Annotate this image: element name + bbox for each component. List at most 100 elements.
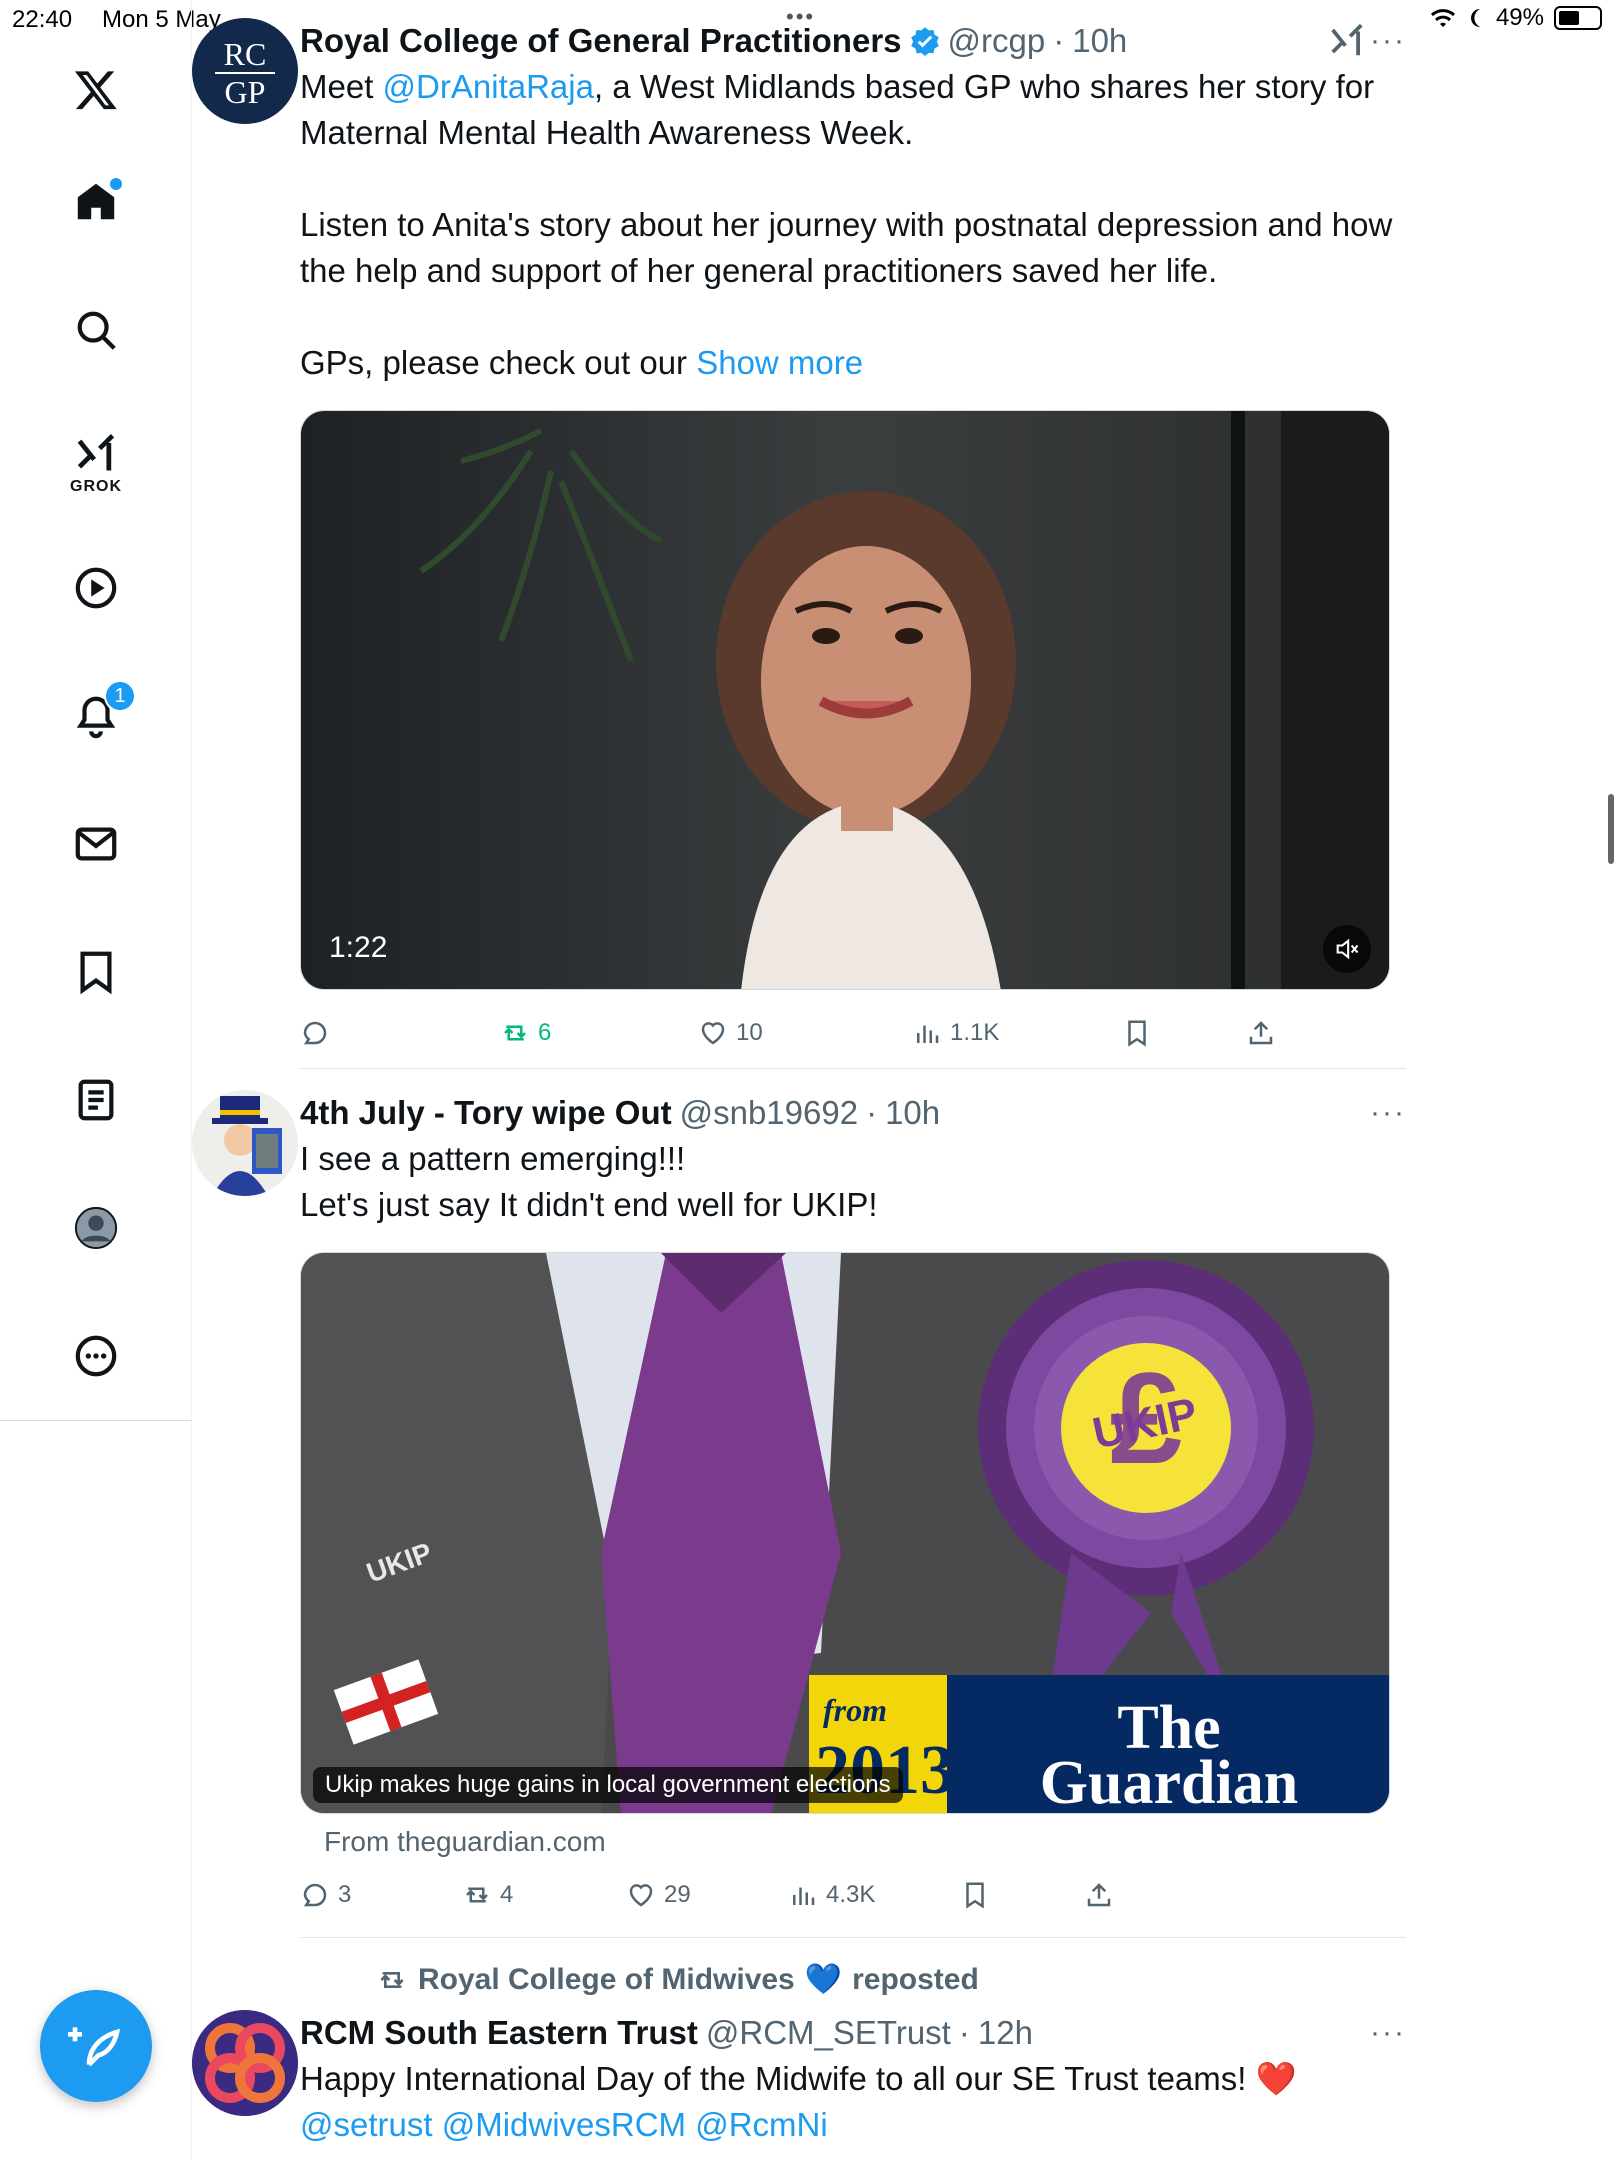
search-icon[interactable] <box>66 300 126 360</box>
sidebar-divider <box>0 1420 192 1421</box>
avatar[interactable] <box>192 2010 298 2116</box>
author-handle[interactable]: @RCM_SETrust <box>706 2014 951 2052</box>
share-icon <box>1087 1883 1111 1907</box>
share-button[interactable] <box>1246 1018 1276 1048</box>
compose-icon <box>68 2027 121 2067</box>
notifications-icon[interactable]: 1 <box>66 680 136 746</box>
tweet[interactable]: RCM South Eastern Trust @RCM_SETrust · 1… <box>192 2010 1406 2148</box>
home-icon[interactable] <box>66 172 126 232</box>
profile-icon[interactable] <box>66 1198 126 1258</box>
grok-shortcut-icon[interactable] <box>1328 22 1366 68</box>
repost-count: 6 <box>538 1019 552 1046</box>
more-options-icon[interactable]: ··· <box>1370 24 1406 58</box>
tweet[interactable]: 4th July - Tory wipe Out @snb19692 · 10h… <box>192 1090 1406 1909</box>
tweet-divider <box>300 1937 1406 1938</box>
view-count: 1.1K <box>950 1019 1000 1046</box>
text-paragraph: Listen to Anita's story about her journe… <box>300 206 1393 289</box>
tweet-header: RCM South Eastern Trust @RCM_SETrust · 1… <box>300 2010 1406 2056</box>
avatar[interactable]: RC GP <box>192 18 298 124</box>
repost-icon <box>504 1025 526 1041</box>
repost-icon <box>466 1887 488 1903</box>
text-segment: Meet <box>300 68 383 105</box>
author-name[interactable]: RCM South Eastern Trust <box>300 2014 698 2052</box>
link-source[interactable]: From theguardian.com <box>324 1826 606 1858</box>
reply-button[interactable] <box>300 1018 338 1048</box>
bookmarks-icon[interactable] <box>66 942 126 1002</box>
home-unread-dot <box>110 178 122 190</box>
views-icon <box>793 1887 815 1905</box>
author-name[interactable]: Royal College of General Practitioners <box>300 22 902 60</box>
like-button[interactable]: 10 <box>698 1018 763 1048</box>
mention-link[interactable]: @DrAnitaRaja <box>383 68 594 105</box>
link-card-image[interactable]: £ UKIP UKIP from 2013 The Guardian Ukip … <box>300 1252 1390 1814</box>
mention-links[interactable]: @setrust @MidwivesRCM @RcmNi <box>300 2102 1406 2148</box>
text-line: Happy International Day of the Midwife t… <box>300 2060 1297 2097</box>
share-icon <box>1249 1021 1273 1045</box>
verified-badge-icon <box>910 27 939 56</box>
link-card-caption: Ukip makes huge gains in local governmen… <box>313 1767 903 1803</box>
bookmark-button[interactable] <box>1122 1018 1152 1048</box>
avatar-text-bottom: GP <box>224 74 266 110</box>
views-button[interactable]: 4.3K <box>788 1880 875 1910</box>
tweet-text: Meet @DrAnitaRaja, a West Midlands based… <box>300 64 1406 386</box>
like-count: 29 <box>664 1881 691 1908</box>
bookmark-icon <box>966 1882 984 1909</box>
muted-speaker-icon <box>1336 938 1359 960</box>
dot-separator: · <box>958 2014 970 2051</box>
tweet-text: Happy International Day of the Midwife t… <box>300 2056 1406 2148</box>
share-button[interactable] <box>1084 1880 1114 1910</box>
reply-count: 3 <box>338 1881 352 1908</box>
messages-icon[interactable] <box>66 814 126 874</box>
grok-icon[interactable]: GROK <box>66 424 126 504</box>
tweet[interactable]: RC GP Royal College of General Practitio… <box>192 18 1406 1047</box>
bookmark-icon <box>1128 1020 1146 1047</box>
dot-separator: · <box>1053 22 1065 59</box>
sidebar: GROK 1 <box>0 0 192 2160</box>
view-count: 4.3K <box>826 1881 876 1908</box>
tweet-time[interactable]: 12h <box>978 2014 1033 2052</box>
timeline: RC GP Royal College of General Practitio… <box>192 0 1572 2160</box>
views-icon <box>917 1025 939 1043</box>
video-icon[interactable] <box>66 558 126 618</box>
text-segment: GPs, please check out our <box>300 344 697 381</box>
grok-label: GROK <box>70 478 122 495</box>
mute-button[interactable] <box>1323 925 1371 973</box>
author-handle[interactable]: @snb19692 <box>680 1094 858 1132</box>
show-more-link[interactable]: Show more <box>696 344 863 381</box>
scrollbar[interactable] <box>1608 794 1614 864</box>
reply-button[interactable]: 3 <box>300 1880 351 1910</box>
reply-icon <box>303 1883 327 1907</box>
avatar[interactable] <box>192 1090 298 1196</box>
tweet-divider <box>300 1068 1406 1069</box>
video-player[interactable]: 1:22 <box>300 410 1390 990</box>
bookmark-button[interactable] <box>960 1880 990 1910</box>
avatar-logo-image <box>192 2010 298 2116</box>
tweet-time[interactable]: 10h <box>885 1094 940 1132</box>
more-options-icon[interactable]: ··· <box>1370 2016 1406 2050</box>
more-icon[interactable] <box>66 1326 126 1386</box>
tweet-time[interactable]: 10h <box>1072 22 1127 60</box>
more-options-icon[interactable]: ··· <box>1370 1096 1406 1130</box>
from-label: from <box>823 1692 887 1728</box>
views-button[interactable]: 1.1K <box>912 1018 999 1048</box>
repost-button[interactable]: 6 <box>500 1018 551 1048</box>
compose-button[interactable] <box>40 1990 152 2102</box>
like-button[interactable]: 29 <box>626 1880 691 1910</box>
ukip-photo: £ UKIP UKIP from 2013 The Guardian <box>301 1253 1389 1814</box>
reposted-by-name[interactable]: Royal College of Midwives <box>418 1963 795 1997</box>
author-name[interactable]: 4th July - Tory wipe Out <box>300 1094 672 1132</box>
tweet-header: Royal College of General Practitioners @… <box>300 18 1406 64</box>
lists-icon[interactable] <box>66 1070 126 1130</box>
text-line: Let's just say It didn't end well for UK… <box>300 1186 878 1223</box>
text-line: I see a pattern emerging!!! <box>300 1140 686 1177</box>
x-logo-icon[interactable] <box>66 60 126 120</box>
author-handle[interactable]: @rcgp <box>948 22 1046 60</box>
like-count: 10 <box>736 1019 763 1046</box>
tweet-header: 4th July - Tory wipe Out @snb19692 · 10h <box>300 1090 1406 1136</box>
video-duration: 1:22 <box>329 931 388 964</box>
repost-icon <box>380 1971 404 1988</box>
repost-button[interactable]: 4 <box>462 1880 513 1910</box>
tweet-text: I see a pattern emerging!!! Let's just s… <box>300 1136 1406 1228</box>
avatar-text-top: RC <box>223 36 267 72</box>
brand-line2: Guardian <box>1040 1749 1298 1814</box>
